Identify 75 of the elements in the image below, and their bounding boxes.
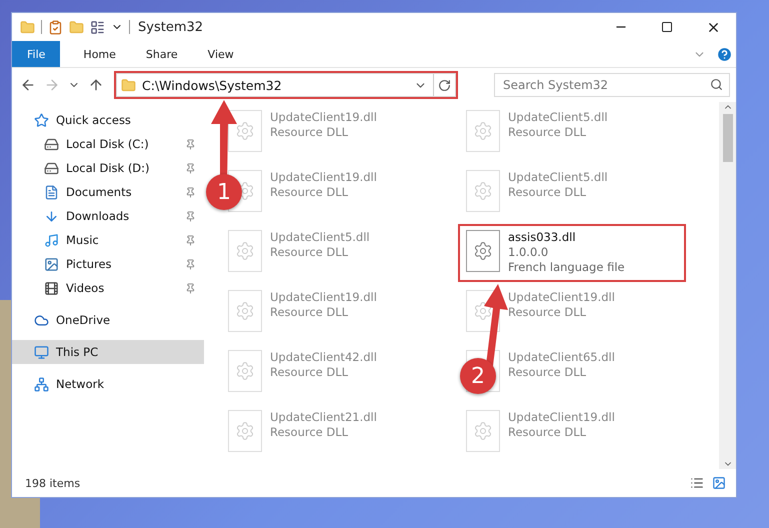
file-icon (228, 410, 262, 452)
film-icon (44, 280, 59, 296)
file-detail: 1.0.0.0 (508, 245, 550, 260)
file-name[interactable]: UpdateClient21.dll (270, 410, 377, 425)
large-icons-view-icon[interactable] (712, 476, 726, 490)
sidebar-item[interactable]: Documents (12, 180, 204, 204)
sidebar-item[interactable]: Local Disk (D:) (12, 156, 204, 180)
maximize-icon (661, 21, 673, 33)
file-name[interactable]: UpdateClient42.dll (270, 350, 377, 365)
monitor-icon (34, 344, 49, 360)
file-icon (228, 350, 262, 392)
file-icon (228, 110, 262, 152)
file-detail: French language file (508, 260, 625, 275)
drive-icon (44, 160, 59, 176)
file-detail: Resource DLL (270, 185, 350, 200)
file-detail: Resource DLL (270, 365, 350, 380)
file-name[interactable]: UpdateClient5.dll (270, 230, 370, 245)
drive-icon (44, 136, 59, 152)
search-field[interactable]: Search System32 (494, 73, 730, 97)
sidebar-item[interactable]: Quick access (12, 108, 204, 132)
file-name[interactable]: UpdateClient5.dll (508, 110, 608, 125)
file-name[interactable]: assis033.dll (508, 230, 625, 245)
star-icon (34, 112, 49, 128)
file-detail: Resource DLL (508, 305, 588, 320)
folder-icon (121, 78, 136, 92)
file-icon (466, 410, 500, 452)
sidebar-item[interactable]: Videos (12, 276, 204, 300)
file-detail: Resource DLL (270, 245, 350, 260)
sidebar-item[interactable]: Local Disk (C:) (12, 132, 204, 156)
file-icon (466, 110, 500, 152)
scrollbar-thumb[interactable] (722, 114, 732, 162)
file-detail: Resource DLL (270, 125, 350, 140)
file-name[interactable]: UpdateClient65.dll (508, 350, 615, 365)
address-bar[interactable]: C:\Windows\System32 (116, 73, 456, 97)
sidebar-item[interactable]: Downloads (12, 204, 204, 228)
download-icon (44, 208, 59, 224)
scrollbar[interactable] (719, 102, 736, 469)
file-detail: Resource DLL (270, 425, 350, 440)
file-name[interactable]: UpdateClient19.dll (270, 290, 377, 305)
sidebar-item[interactable]: Network (12, 372, 204, 396)
picture-icon (44, 256, 59, 272)
file-name[interactable]: UpdateClient19.dll (508, 410, 615, 425)
network-icon (34, 376, 49, 392)
file-detail: Resource DLL (508, 125, 588, 140)
file-detail: Resource DLL (508, 185, 588, 200)
item-count: 198 items (25, 476, 80, 490)
properties-icon[interactable] (90, 20, 105, 34)
help-icon[interactable] (716, 46, 733, 62)
file-icon (466, 170, 500, 212)
music-note-icon (44, 232, 59, 248)
sidebar-item[interactable]: Pictures (12, 252, 204, 276)
sidebar-item[interactable]: This PC (12, 340, 204, 364)
file-detail: Resource DLL (508, 425, 588, 440)
search-icon (710, 78, 723, 91)
window-title: System32 (138, 20, 204, 34)
checklist-icon[interactable] (48, 20, 63, 34)
refresh-icon (438, 78, 451, 92)
ribbon-tab[interactable]: Share (130, 41, 193, 67)
sidebar-item[interactable]: Music (12, 228, 204, 252)
file-name[interactable]: UpdateClient5.dll (508, 170, 608, 185)
ribbon-tab[interactable]: View (192, 41, 249, 67)
ribbon-tab[interactable]: Home (68, 41, 131, 67)
sidebar-item[interactable]: OneDrive (12, 308, 204, 332)
file-detail: Resource DLL (508, 365, 588, 380)
file-detail: Resource DLL (270, 305, 350, 320)
file-name[interactable]: UpdateClient19.dll (270, 170, 377, 185)
document-icon (44, 184, 59, 200)
file-icon (228, 290, 262, 332)
file-icon (228, 230, 262, 272)
file-name[interactable]: UpdateClient19.dll (270, 110, 377, 125)
details-view-icon[interactable] (690, 476, 704, 490)
cloud-icon (34, 312, 49, 328)
ribbon-tab[interactable]: File (12, 41, 60, 67)
file-name[interactable]: UpdateClient19.dll (508, 290, 615, 305)
file-icon (466, 230, 500, 272)
